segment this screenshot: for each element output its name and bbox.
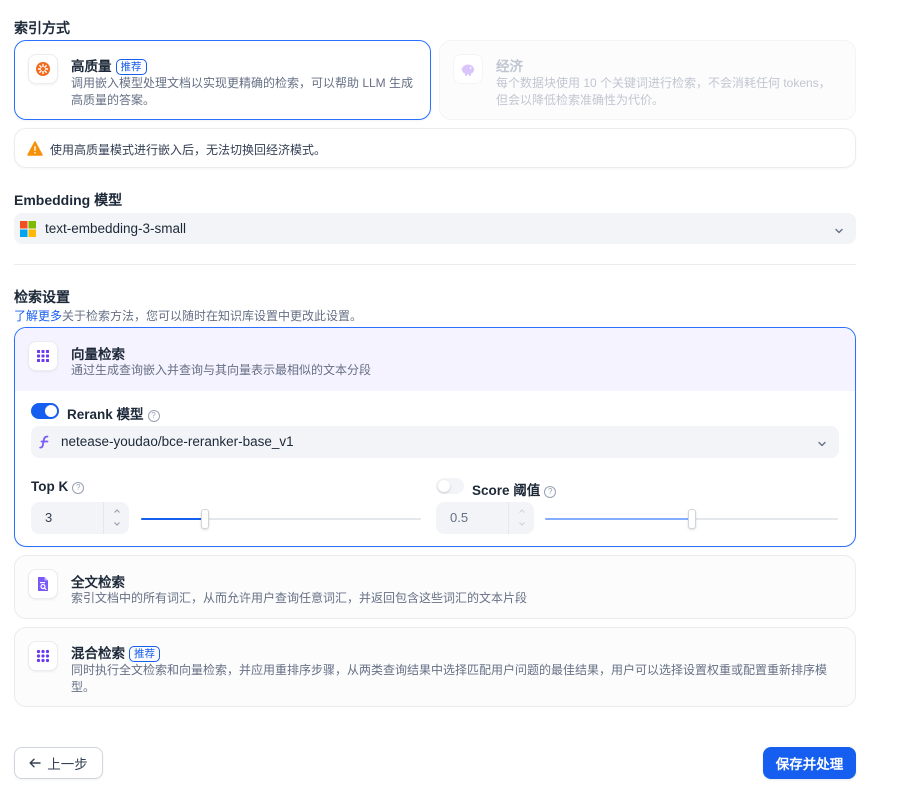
top-k-slider-thumb[interactable] xyxy=(201,509,210,529)
score-value: 0.5 xyxy=(450,510,469,525)
economy-title: 经济 xyxy=(496,59,523,74)
score-input[interactable]: 0.5 xyxy=(436,502,534,534)
chevron-down-icon[interactable] xyxy=(113,521,121,527)
vector-search-icon xyxy=(28,341,58,371)
chevron-down-icon xyxy=(817,437,827,452)
score-toggle[interactable] xyxy=(436,478,464,494)
chevron-down-icon[interactable] xyxy=(518,521,526,527)
economy-desc: 每个数据块使用 10 个关键词进行检索，不会消耗任何 tokens，但会以降低检… xyxy=(496,76,831,107)
rerank-label: Rerank 模型 xyxy=(67,407,144,422)
index-warning: 使用高质量模式进行嵌入后，无法切换回经济模式。 xyxy=(14,128,856,168)
index-method-title: 索引方式 xyxy=(14,20,70,36)
hybrid-label: 混合检索 xyxy=(71,646,125,661)
score-label-row: Score 阈值? xyxy=(472,479,557,499)
retrieval-option-vector[interactable]: 向量检索 通过生成查询嵌入并查询与其向量表示最相似的文本分段 Rerank 模型… xyxy=(14,327,856,547)
score-toggle-knob xyxy=(438,480,450,492)
hybrid-desc: 同时执行全文检索和向量检索，并应用重排序步骤，从两类查询结果中选择匹配用户问题的… xyxy=(71,663,828,694)
chevron-down-icon xyxy=(834,224,844,239)
top-k-slider[interactable] xyxy=(141,509,421,529)
top-k-value: 3 xyxy=(45,510,53,525)
high-quality-title: 高质量 推荐 xyxy=(71,55,147,75)
embedding-title: Embedding 模型 xyxy=(14,192,123,208)
score-slider[interactable] xyxy=(545,509,838,529)
high-quality-label: 高质量 xyxy=(71,59,112,74)
score-slider-fill xyxy=(545,518,692,520)
help-icon[interactable]: ? xyxy=(147,410,160,422)
rerank-toggle-knob xyxy=(45,405,57,417)
microsoft-logo-icon xyxy=(20,221,36,240)
rerank-toggle[interactable] xyxy=(31,403,59,419)
embedding-model-select[interactable]: text-embedding-3-small xyxy=(14,213,856,244)
score-slider-thumb[interactable] xyxy=(687,509,696,529)
top-k-slider-fill xyxy=(141,518,206,520)
embedding-model-value: text-embedding-3-small xyxy=(45,221,187,236)
index-option-high-quality[interactable]: 高质量 推荐 调用嵌入模型处理文档以实现更精确的检索，可以帮助 LLM 生成高质量… xyxy=(14,40,431,120)
retrieval-option-fulltext[interactable]: 全文检索 索引文档中的所有词汇，从而允许用户查询任意词汇，并返回包含这些词汇的文… xyxy=(14,555,856,619)
help-icon[interactable]: ? xyxy=(72,482,85,494)
recommend-badge: 推荐 xyxy=(129,646,160,662)
fulltext-search-icon xyxy=(28,569,58,599)
top-k-stepper[interactable] xyxy=(103,502,129,534)
hybrid-title: 混合检索 推荐 xyxy=(71,642,160,662)
vector-header xyxy=(15,328,855,391)
arrow-left-icon xyxy=(29,758,41,768)
retrieval-hint: 关于检索方法，您可以随时在知识库设置中更改此设置。 xyxy=(62,309,363,323)
rerank-model-select[interactable]: netease-youdao/bce-reranker-base_v1 xyxy=(31,426,839,458)
chevron-up-icon[interactable] xyxy=(518,508,526,514)
learn-more-link[interactable]: 了解更多 xyxy=(14,309,62,323)
chevron-up-icon[interactable] xyxy=(113,508,121,514)
fulltext-desc: 索引文档中的所有词汇，从而允许用户查询任意词汇，并返回包含这些词汇的文本片段 xyxy=(71,591,528,605)
retrieval-title: 检索设置 xyxy=(14,289,70,305)
retrieval-hint-line: 了解更多关于检索方法，您可以随时在知识库设置中更改此设置。 xyxy=(14,307,362,324)
back-label: 上一步 xyxy=(47,757,88,772)
piggy-bank-icon xyxy=(453,54,483,84)
top-k-input[interactable]: 3 xyxy=(31,502,129,534)
vector-title: 向量检索 xyxy=(71,347,125,362)
hybrid-search-icon xyxy=(28,641,58,671)
recommend-badge: 推荐 xyxy=(115,59,147,75)
help-icon[interactable]: ? xyxy=(544,486,557,498)
rerank-model-value: netease-youdao/bce-reranker-base_v1 xyxy=(61,434,294,449)
high-quality-icon xyxy=(28,54,58,84)
save-label: 保存并处理 xyxy=(775,757,844,772)
score-stepper[interactable] xyxy=(508,502,534,534)
warning-text: 使用高质量模式进行嵌入后，无法切换回经济模式。 xyxy=(50,143,327,157)
section-divider xyxy=(14,264,856,265)
index-option-economy[interactable]: 经济 每个数据块使用 10 个关键词进行检索，不会消耗任何 tokens，但会以… xyxy=(439,40,856,120)
vector-desc: 通过生成查询嵌入并查询与其向量表示最相似的文本分段 xyxy=(71,363,372,377)
warning-icon xyxy=(27,141,43,159)
top-k-label: Top K xyxy=(31,479,69,494)
reranker-logo-icon xyxy=(38,435,52,452)
high-quality-desc: 调用嵌入模型处理文档以实现更精确的检索，可以帮助 LLM 生成高质量的答案。 xyxy=(71,76,414,107)
retrieval-option-hybrid[interactable]: 混合检索 推荐 同时执行全文检索和向量检索，并应用重排序步骤，从两类查询结果中选择… xyxy=(14,627,856,707)
save-and-process-button[interactable]: 保存并处理 xyxy=(763,747,856,779)
rerank-label-row: Rerank 模型? xyxy=(67,403,160,423)
top-k-label-row: Top K? xyxy=(31,479,85,494)
fulltext-title: 全文检索 xyxy=(71,575,125,590)
score-label: Score 阈值 xyxy=(472,483,541,498)
back-button[interactable]: 上一步 xyxy=(14,747,103,779)
